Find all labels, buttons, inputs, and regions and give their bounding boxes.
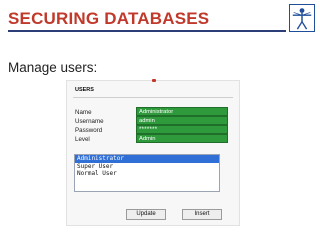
title-rule bbox=[8, 30, 286, 32]
username-field[interactable]: admin bbox=[136, 116, 228, 125]
name-field[interactable]: Administrator bbox=[136, 107, 228, 116]
vitruvian-figure-icon bbox=[289, 4, 315, 32]
name-label: Name bbox=[75, 109, 92, 116]
insert-button[interactable]: Insert bbox=[182, 209, 222, 220]
level-field[interactable]: Admin bbox=[136, 134, 228, 143]
panel-marker bbox=[152, 79, 156, 82]
list-item-super-user[interactable]: Super User bbox=[75, 163, 219, 171]
level-label: Level bbox=[75, 136, 90, 143]
password-field[interactable]: ******* bbox=[136, 125, 228, 134]
list-item-administrator[interactable]: Administrator bbox=[75, 155, 219, 163]
panel-header: USERS bbox=[75, 87, 94, 93]
subtitle: Manage users: bbox=[8, 60, 98, 75]
username-label: Username bbox=[75, 118, 104, 125]
users-listbox[interactable]: Administrator Super User Normal User bbox=[74, 154, 220, 192]
panel-divider bbox=[73, 97, 233, 98]
update-button[interactable]: Update bbox=[126, 209, 166, 220]
users-form-panel: USERS Name Administrator Username admin … bbox=[66, 79, 240, 226]
slide-title: SECURING DATABASES bbox=[8, 9, 210, 28]
password-label: Password bbox=[75, 127, 103, 134]
list-item-normal-user[interactable]: Normal User bbox=[75, 170, 219, 178]
